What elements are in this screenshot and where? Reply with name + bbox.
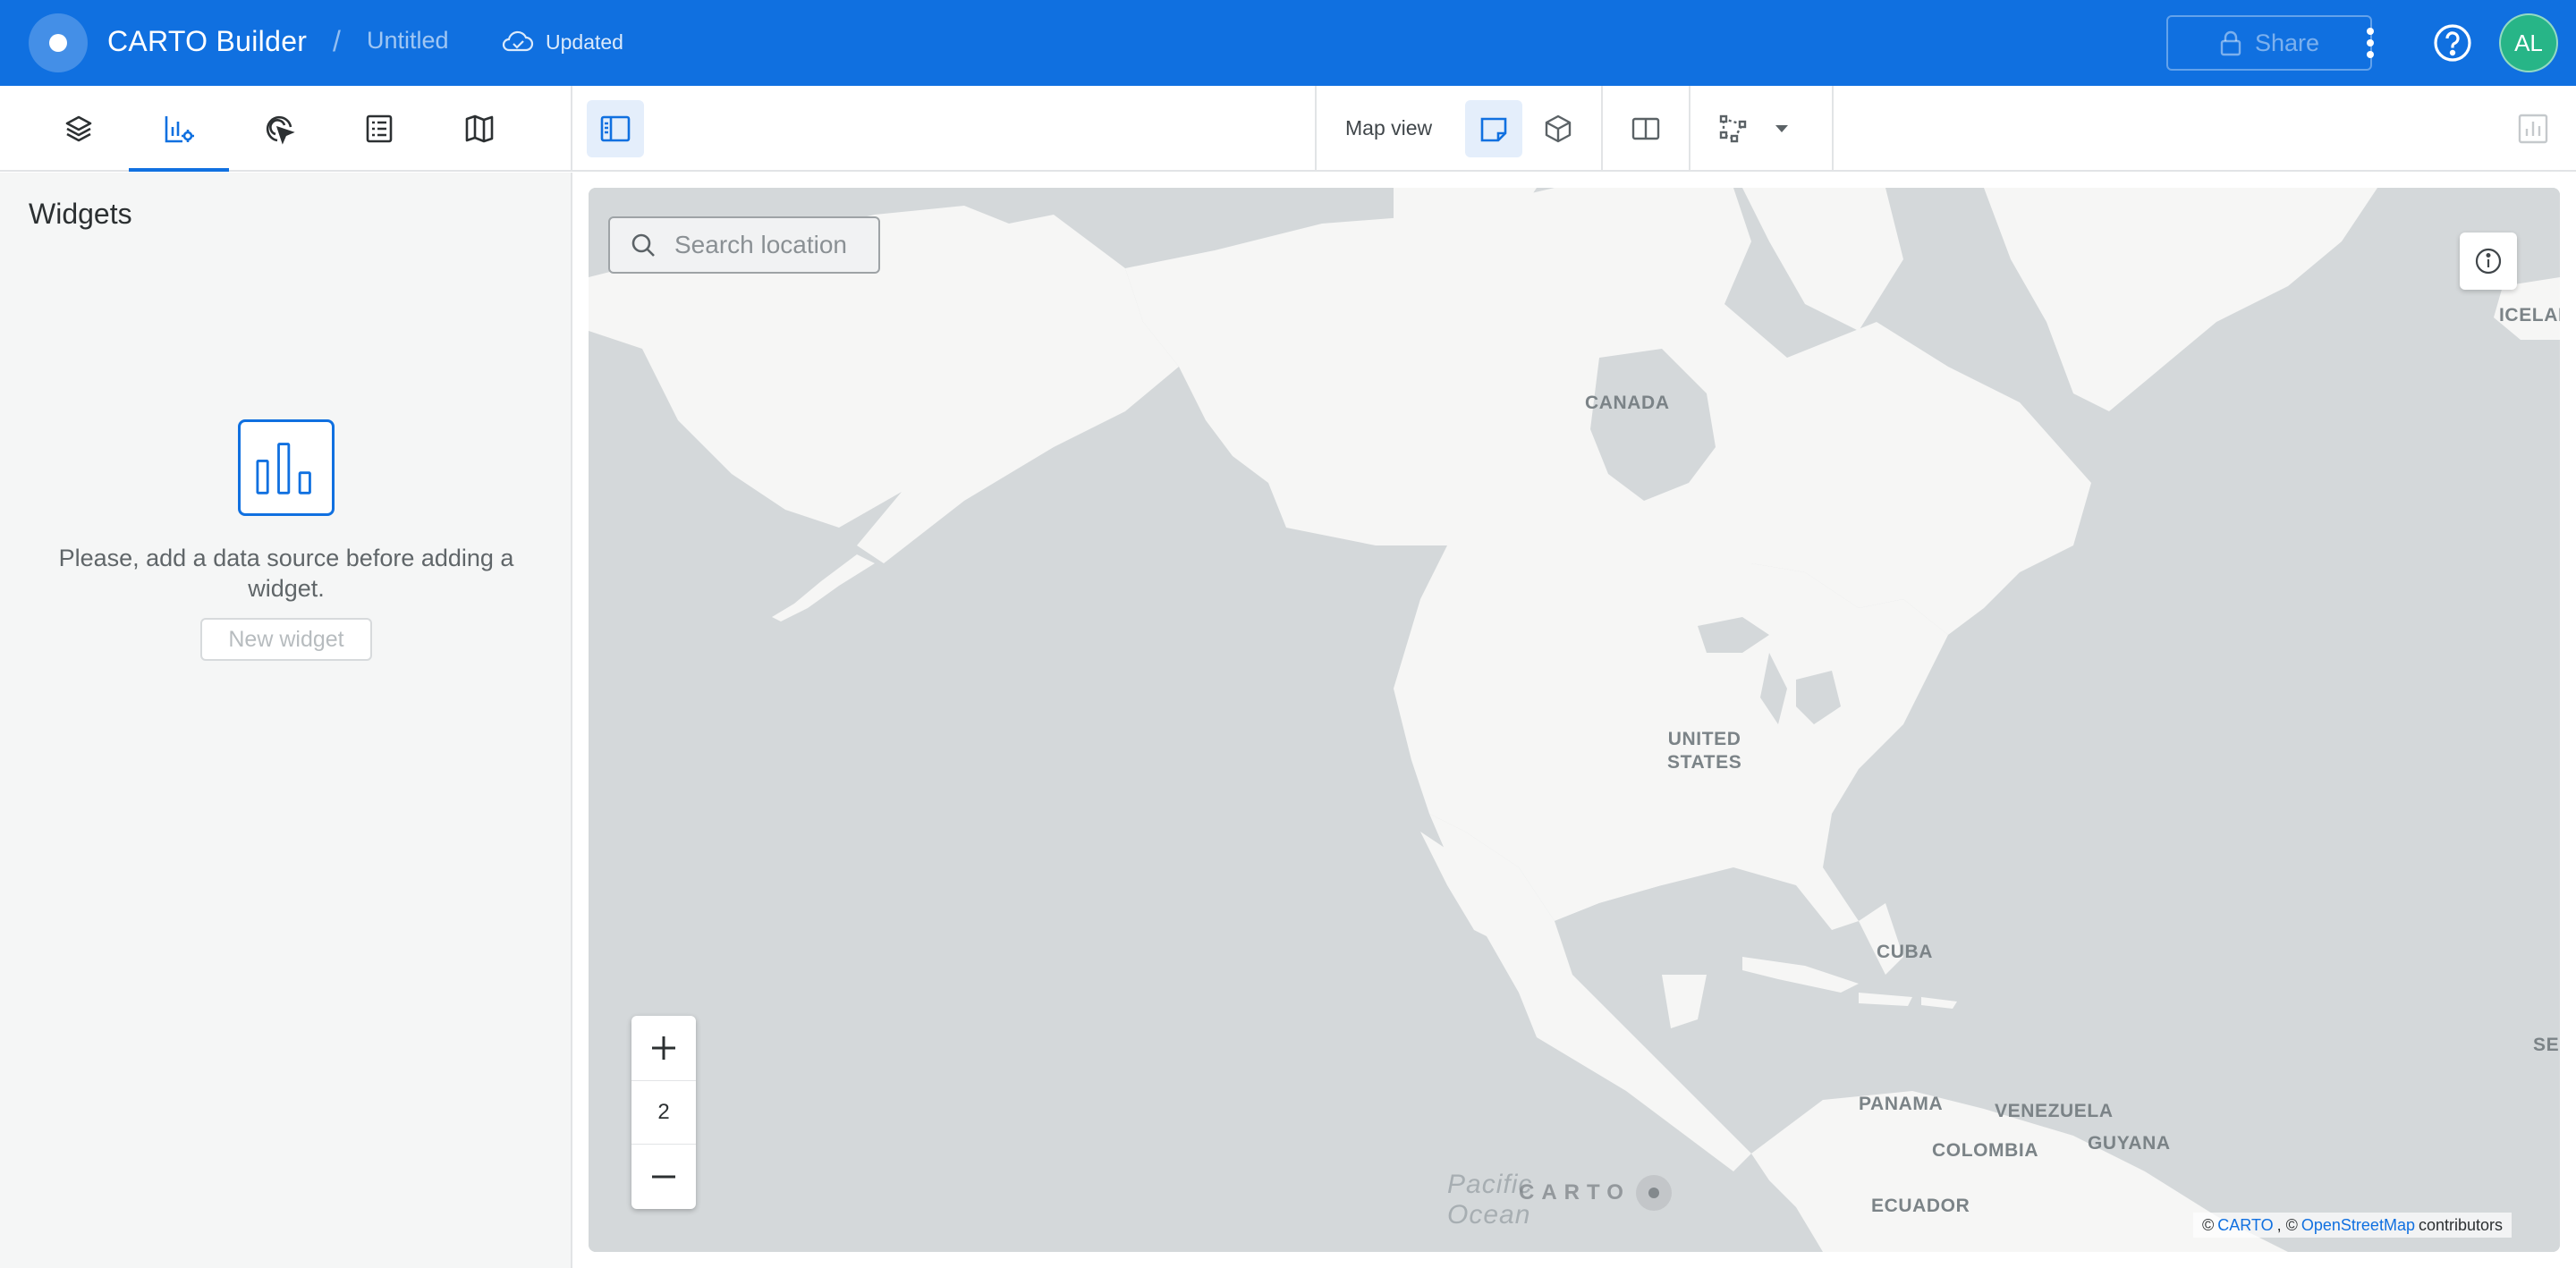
carto-watermark: CARTO bbox=[1519, 1175, 1672, 1211]
info-icon bbox=[2475, 248, 2502, 275]
draw-icon bbox=[1719, 114, 1747, 143]
draw-options-dropdown[interactable] bbox=[1764, 100, 1800, 157]
label-se: SE bbox=[2533, 1035, 2560, 1055]
attribution-prefix: © bbox=[2202, 1215, 2215, 1234]
label-panama: PANAMA bbox=[1859, 1094, 1944, 1114]
tab-layers[interactable] bbox=[29, 86, 129, 172]
attribution-suffix: contributors bbox=[2418, 1215, 2504, 1234]
label-cuba: CUBA bbox=[1877, 942, 1934, 962]
carto-watermark-text: CARTO bbox=[1519, 1180, 1631, 1205]
minus-icon bbox=[652, 1175, 675, 1179]
zoom-control: 2 bbox=[631, 1016, 696, 1209]
2d-view-icon bbox=[1480, 117, 1507, 142]
breadcrumb-separator: / bbox=[333, 25, 341, 57]
search-placeholder: Search location bbox=[674, 231, 848, 258]
map-info-button[interactable] bbox=[2460, 232, 2517, 290]
3d-view-icon bbox=[1545, 114, 1572, 143]
view-controls: Map view bbox=[1315, 86, 1834, 172]
basemap-icon bbox=[465, 114, 494, 143]
zoom-out-button[interactable] bbox=[631, 1145, 696, 1209]
tab-widgets[interactable] bbox=[129, 86, 229, 172]
share-button[interactable]: Share bbox=[2166, 15, 2372, 71]
plus-icon bbox=[652, 1036, 675, 1060]
widgets-icon bbox=[165, 116, 194, 143]
empty-state-message: Please, add a data source before adding … bbox=[58, 545, 514, 602]
user-avatar[interactable]: AL bbox=[2499, 13, 2558, 72]
panel-tabs bbox=[0, 86, 572, 172]
map-attribution: © CARTO , © OpenStreetMap contributors bbox=[2193, 1213, 2512, 1238]
label-ecuador: ECUADOR bbox=[1871, 1196, 1970, 1216]
legend-icon bbox=[366, 114, 393, 143]
help-icon bbox=[2434, 24, 2471, 62]
split-view-icon bbox=[1631, 117, 1660, 140]
label-colombia: COLOMBIA bbox=[1932, 1140, 2039, 1161]
lock-icon bbox=[2220, 30, 2241, 56]
widgets-panel: Widgets Please, add a data source before… bbox=[0, 173, 572, 1268]
sidebar-toggle-icon bbox=[600, 115, 631, 142]
zoom-in-button[interactable] bbox=[631, 1016, 696, 1080]
widgets-panel-toggle[interactable] bbox=[2515, 111, 2551, 147]
draw-tool-button[interactable] bbox=[1705, 100, 1762, 157]
app-bar: CARTO Builder / Untitled Updated Share A… bbox=[0, 0, 2576, 86]
2d-view-button[interactable] bbox=[1465, 100, 1522, 157]
more-menu-button[interactable] bbox=[2352, 21, 2388, 64]
label-guyana: GUYANA bbox=[2088, 1133, 2171, 1154]
label-united-states: UNITED STATES bbox=[1667, 728, 1741, 774]
search-location-input[interactable]: Search location bbox=[608, 216, 880, 274]
tab-basemap[interactable] bbox=[429, 86, 530, 172]
label-venezuela: VENEZUELA bbox=[1995, 1101, 2114, 1121]
caret-down-icon bbox=[1775, 125, 1788, 132]
attribution-mid: , © bbox=[2276, 1215, 2298, 1234]
widget-placeholder-icon bbox=[238, 419, 335, 516]
label-us-line2: STATES bbox=[1667, 752, 1742, 773]
panel-title: Widgets bbox=[29, 198, 132, 230]
label-iceland: ICELAN bbox=[2499, 305, 2560, 325]
openstreetmap-link[interactable]: OpenStreetMap bbox=[2301, 1216, 2415, 1235]
bar-chart-icon bbox=[2518, 114, 2548, 144]
cloud-check-icon bbox=[502, 30, 534, 52]
share-label: Share bbox=[2254, 29, 2320, 56]
app-title: CARTO Builder bbox=[107, 25, 308, 57]
view-label: Map view bbox=[1345, 116, 1433, 139]
tab-interactions[interactable] bbox=[229, 86, 329, 172]
toggle-panel-button[interactable] bbox=[587, 100, 644, 157]
toolbar: Map view bbox=[0, 86, 2576, 172]
help-button[interactable] bbox=[2431, 21, 2474, 64]
zoom-level: 2 bbox=[631, 1080, 696, 1145]
carto-link[interactable]: CARTO bbox=[2217, 1216, 2273, 1235]
search-icon bbox=[631, 233, 655, 257]
layers-icon bbox=[65, 115, 92, 142]
new-widget-button[interactable]: New widget bbox=[200, 618, 372, 661]
split-view-button[interactable] bbox=[1617, 100, 1674, 157]
carto-logo[interactable] bbox=[29, 13, 88, 72]
basemap bbox=[589, 188, 2560, 1252]
tab-legend[interactable] bbox=[329, 86, 429, 172]
3d-view-button[interactable] bbox=[1530, 100, 1587, 157]
label-canada: CANADA bbox=[1585, 393, 1670, 413]
interactions-icon bbox=[266, 115, 295, 145]
map-name[interactable]: Untitled bbox=[367, 27, 449, 55]
more-vertical-icon bbox=[2367, 28, 2374, 58]
map-canvas[interactable]: Search location CANADA UNITED STATES CUB… bbox=[589, 188, 2560, 1252]
label-us-line1: UNITED bbox=[1667, 729, 1741, 749]
save-status-text: Updated bbox=[546, 30, 623, 54]
save-status: Updated bbox=[501, 29, 623, 55]
